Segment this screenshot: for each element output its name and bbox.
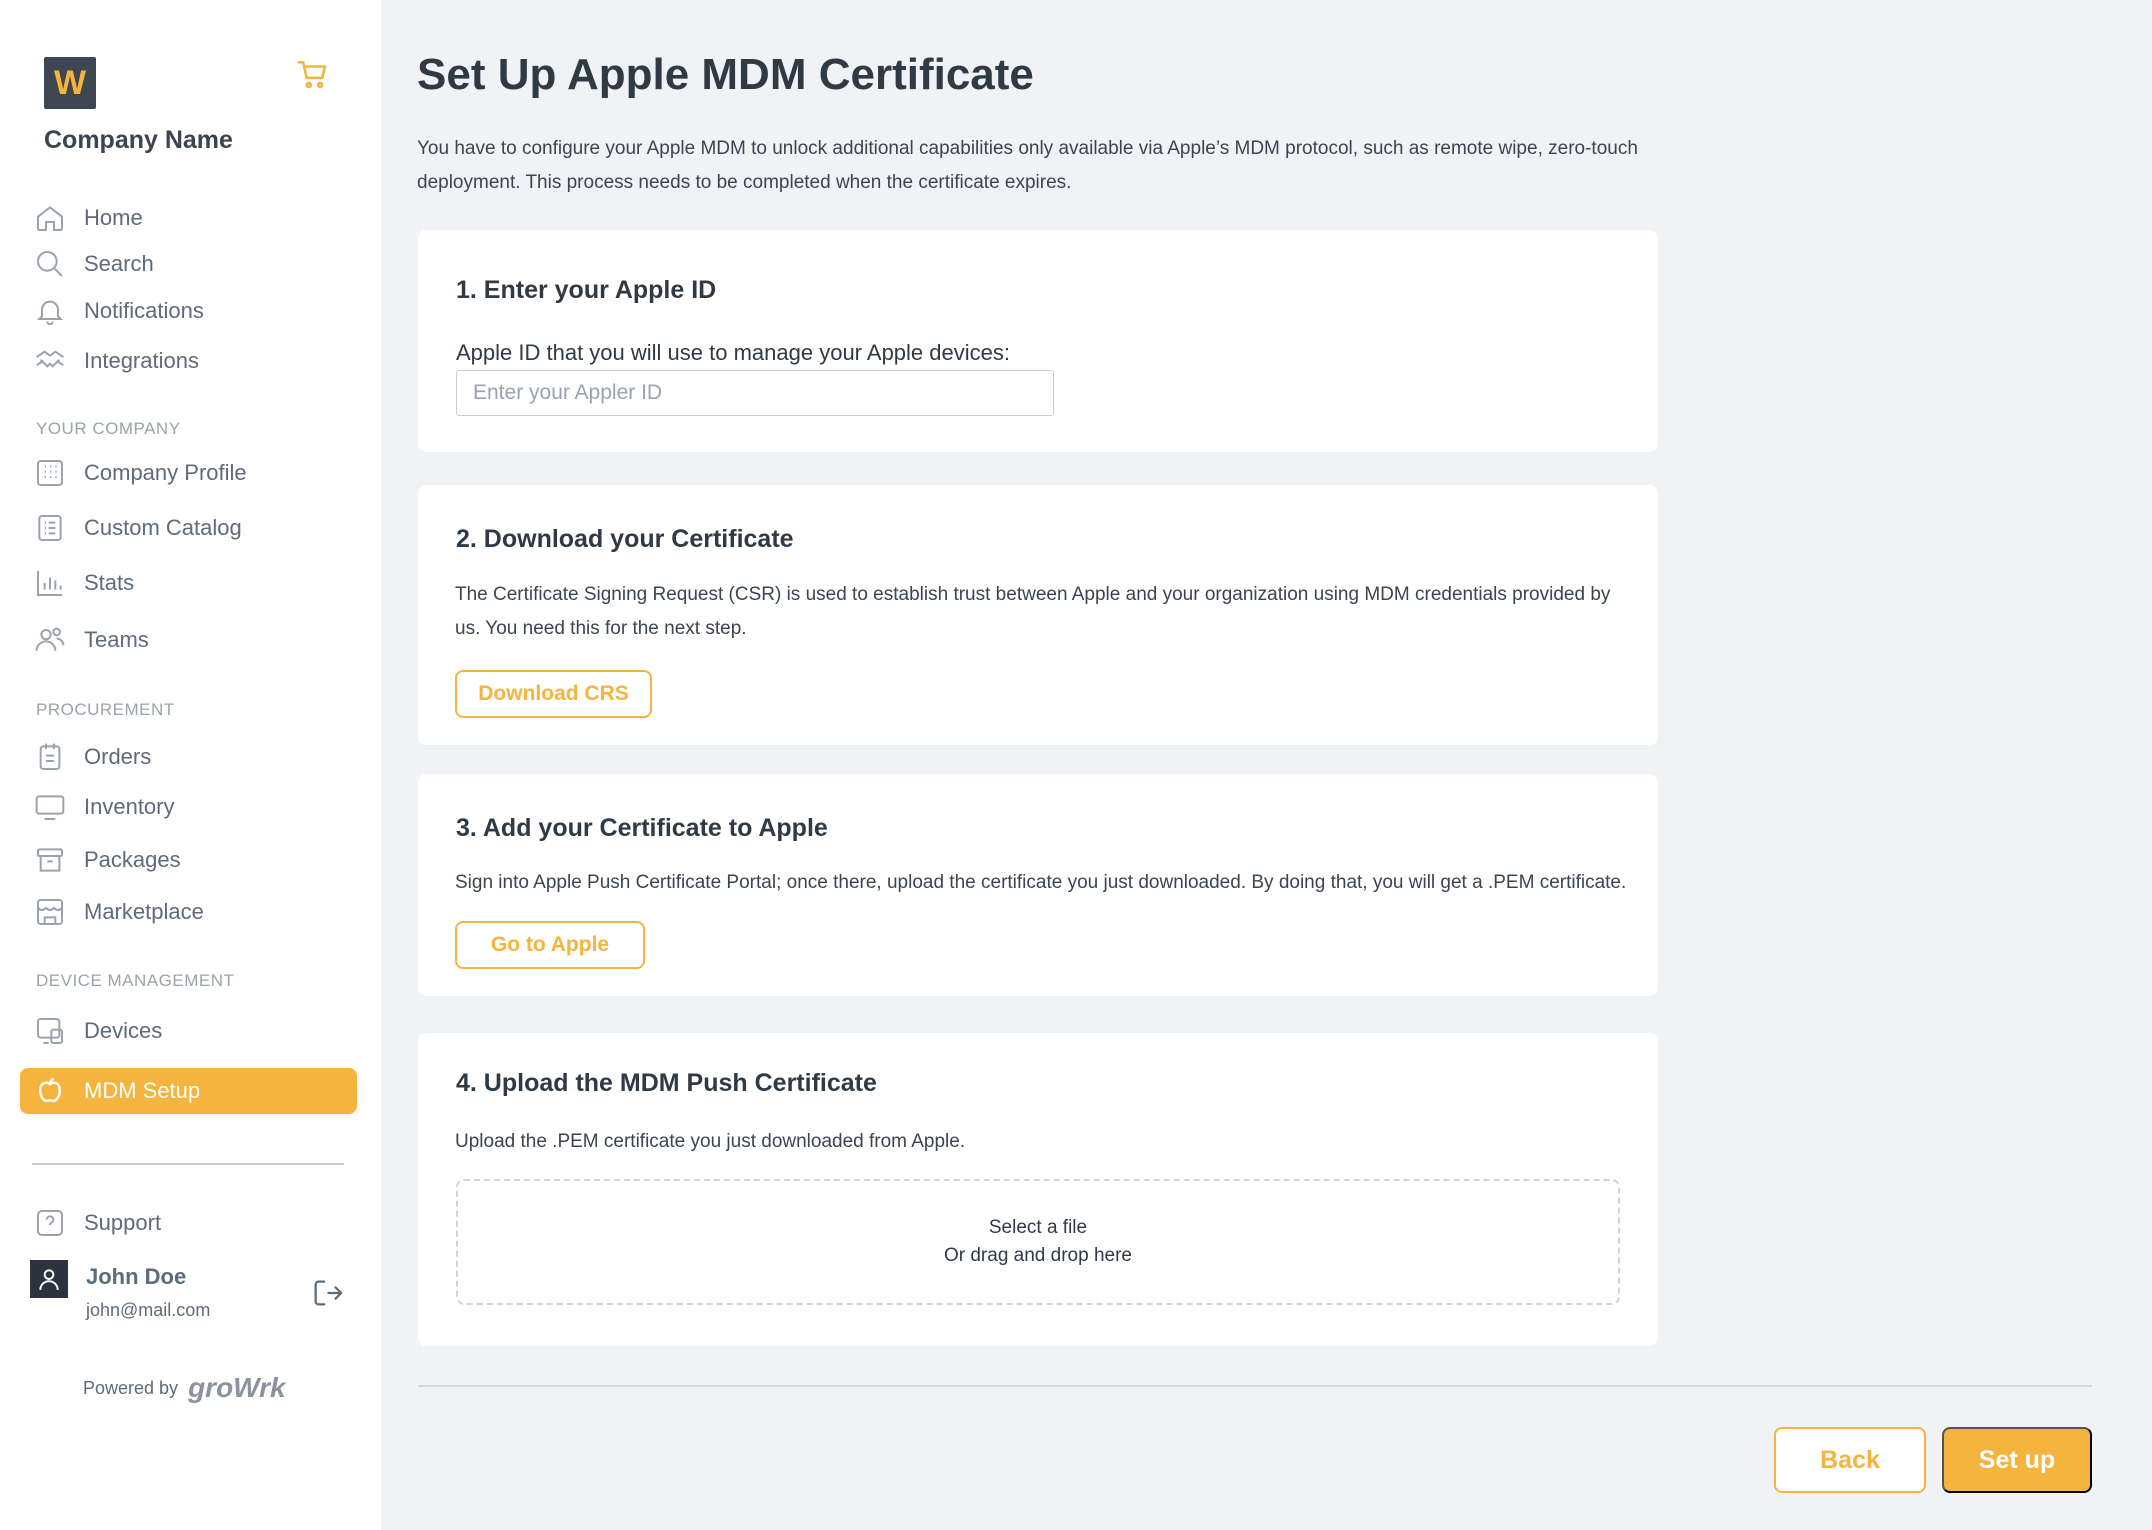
logout-icon[interactable] [310,1276,344,1310]
page-title: Set Up Apple MDM Certificate [417,50,1034,99]
step-4-title: 4. Upload the MDM Push Certificate [456,1069,877,1097]
step-4-text: Upload the .PEM certificate you just dow… [455,1131,966,1152]
sidebar-item-mdm-setup[interactable]: MDM Setup [20,1068,357,1114]
sidebar-item-marketplace[interactable]: Marketplace [20,889,357,935]
sidebar-item-notifications[interactable]: Notifications [20,288,357,334]
dropzone-drag-label: Or drag and drop here [943,1245,1132,1266]
sidebar-item-label: Orders [84,744,152,769]
sidebar-item-orders[interactable]: Orders [20,734,357,780]
step-1-title: 1. Enter your Apple ID [456,276,717,304]
sidebar-item-packages[interactable]: Packages [20,837,357,883]
page-description: You have to configure your Apple MDM to … [417,138,1638,193]
step-1-card: 1. Enter your Apple ID Apple ID that you… [418,230,1658,452]
brand-logo: groWrk [188,1372,286,1403]
sidebar-item-company-profile[interactable]: Company Profile [20,450,357,496]
powered-by-label: Powered by [83,1377,179,1398]
sidebar-item-stats[interactable]: Stats [20,560,357,606]
step-3-title: 3. Add your Certificate to Apple [456,814,828,842]
section-label-device: DEVICE MANAGEMENT [36,971,235,990]
company-logo[interactable]: W [44,57,96,109]
sidebar-item-label: Search [84,251,154,276]
step-3-card: 3. Add your Certificate to Apple Sign in… [418,774,1658,996]
dropzone-select-label[interactable]: Select a file [989,1214,1087,1242]
bell-icon [36,300,64,326]
user-email: john@mail.com [86,1300,211,1320]
sidebar-item-label: Custom Catalog [84,515,242,540]
home-icon [37,206,63,231]
step-4-card: 4. Upload the MDM Push Certificate Uploa… [418,1033,1658,1346]
sidebar: W Company Name Home Search Notifications… [0,0,381,1530]
sidebar-item-search[interactable]: Search [20,241,357,287]
sidebar-item-label: Company Profile [84,460,247,485]
sidebar-item-label: MDM Setup [84,1078,201,1103]
file-dropzone[interactable]: Select a file Or drag and drop here [456,1179,1620,1305]
user-name: John Doe [86,1264,187,1289]
sidebar-item-label: Stats [84,570,135,595]
sidebar-item-label: Support [84,1210,162,1235]
sidebar-item-label: Integrations [84,348,199,373]
sidebar-item-label: Marketplace [84,899,204,924]
store-icon [37,899,63,925]
cart-icon[interactable] [296,58,330,92]
building-icon [37,460,63,486]
step-3-text: Sign into Apple Push Certificate Portal;… [455,872,1627,893]
powered-by: Powered by groWrk [83,1372,286,1404]
catalog-icon [38,515,62,541]
sidebar-item-label: Inventory [84,794,175,819]
section-label-procurement: PROCUREMENT [36,700,175,719]
company-name: Company Name [44,126,233,154]
sidebar-item-support[interactable]: Support [20,1200,357,1246]
sidebar-item-label: Packages [84,847,181,872]
apple-icon [38,1077,62,1103]
help-icon [37,1210,63,1236]
step-2-card: 2. Download your Certificate The Certifi… [418,485,1658,745]
step-2-text: The Certificate Signing Request (CSR) is… [455,584,1611,639]
app-root: W Company Name Home Search Notifications… [0,0,2152,1530]
download-crs-button[interactable]: Download CRS [455,670,652,718]
sidebar-item-custom-catalog[interactable]: Custom Catalog [20,505,357,551]
monitor-icon [35,795,65,820]
section-label-company: YOUR COMPANY [36,419,181,438]
sidebar-item-devices[interactable]: Devices [20,1008,357,1054]
archive-icon [37,848,63,872]
sidebar-item-label: Devices [84,1018,163,1043]
avatar[interactable] [30,1260,68,1298]
logo-letter: W [53,63,87,102]
clipboard-icon [39,743,61,770]
step-2-title: 2. Download your Certificate [456,525,794,553]
sidebar-item-teams[interactable]: Teams [20,617,357,663]
sidebar-item-label: Teams [84,627,149,652]
sidebar-item-label: Home [84,205,143,230]
back-button[interactable]: Back [1774,1427,1926,1493]
footer-divider [418,1385,2092,1387]
chart-icon [37,571,62,596]
search-icon [37,250,63,277]
apple-id-label: Apple ID that you will use to manage you… [456,340,1010,365]
user-icon [39,1269,59,1290]
setup-button[interactable]: Set up [1942,1427,2092,1493]
sidebar-item-integrations[interactable]: Integrations [20,338,357,384]
people-icon [35,627,65,651]
sidebar-item-label: Notifications [84,298,204,323]
sidebar-item-inventory[interactable]: Inventory [20,784,357,830]
sidebar-item-home[interactable]: Home [20,195,357,241]
handshake-icon [36,350,64,368]
go-to-apple-button[interactable]: Go to Apple [455,921,645,969]
apple-id-input[interactable] [456,370,1054,416]
devices-icon [37,1017,63,1044]
sidebar-divider [32,1163,344,1165]
